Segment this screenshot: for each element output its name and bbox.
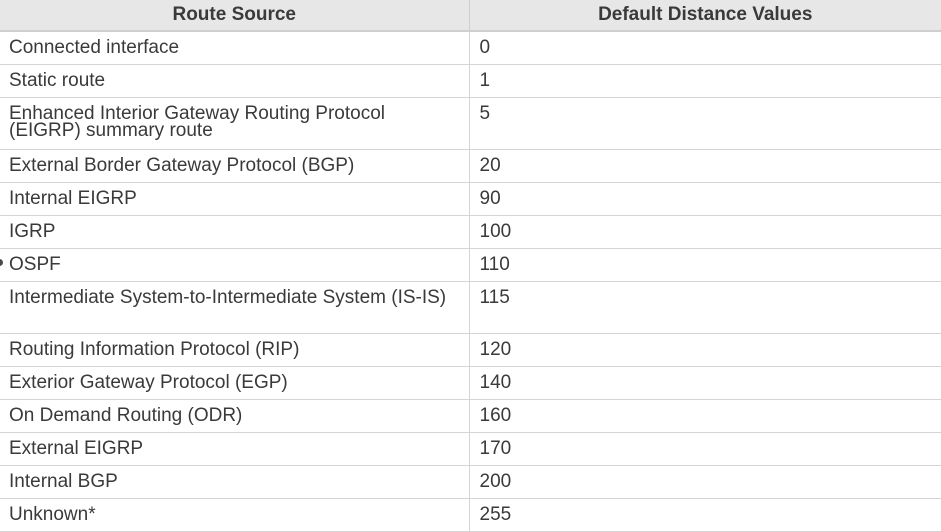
route-source-cell: Static route (0, 64, 470, 98)
route-source-cell: Unknown* (0, 498, 470, 532)
table-row: IGRP 100 (0, 215, 941, 249)
route-source-cell: External Border Gateway Protocol (BGP) (0, 149, 470, 183)
distance-value-cell: 100 (469, 215, 941, 249)
table-row: Enhanced Interior Gateway Routing Protoc… (0, 97, 941, 150)
table-row: Internal EIGRP 90 (0, 182, 941, 216)
route-source-cell: Connected interface (0, 31, 470, 65)
table-row: Static route 1 (0, 64, 941, 98)
table-row: Exterior Gateway Protocol (EGP) 140 (0, 366, 941, 400)
distance-value-cell: 170 (469, 432, 941, 466)
route-source-cell: On Demand Routing (ODR) (0, 399, 470, 433)
route-source-cell: Internal BGP (0, 465, 470, 499)
distance-value-cell: 115 (469, 281, 941, 334)
distance-value-cell: 1 (469, 64, 941, 98)
distance-value-cell: 120 (469, 333, 941, 367)
table-row: Internal BGP 200 (0, 465, 941, 499)
header-default-distance: Default Distance Values (469, 0, 941, 32)
distance-value-cell: 5 (469, 97, 941, 150)
route-source-cell: OSPF (0, 248, 470, 282)
distance-value-cell: 90 (469, 182, 941, 216)
route-source-cell: External EIGRP (0, 432, 470, 466)
distance-value-cell: 160 (469, 399, 941, 433)
distance-value-cell: 140 (469, 366, 941, 400)
admin-distance-table: Route Source Default Distance Values Con… (0, 0, 941, 532)
distance-value-cell: 20 (469, 149, 941, 183)
route-source-cell: Exterior Gateway Protocol (EGP) (0, 366, 470, 400)
table-row: Connected interface 0 (0, 31, 941, 65)
table-row: External EIGRP 170 (0, 432, 941, 466)
route-source-cell: Internal EIGRP (0, 182, 470, 216)
table-row: Unknown* 255 (0, 498, 941, 532)
header-row: Route Source Default Distance Values (0, 0, 941, 32)
route-source-cell: Routing Information Protocol (RIP) (0, 333, 470, 367)
route-source-cell: Intermediate System-to-Intermediate Syst… (0, 281, 470, 334)
distance-value-cell: 200 (469, 465, 941, 499)
table-row: Intermediate System-to-Intermediate Syst… (0, 281, 941, 334)
table-row: External Border Gateway Protocol (BGP) 2… (0, 149, 941, 183)
table-row: Routing Information Protocol (RIP) 120 (0, 333, 941, 367)
route-source-cell: IGRP (0, 215, 470, 249)
header-route-source: Route Source (0, 0, 470, 32)
distance-value-cell: 255 (469, 498, 941, 532)
table-row: OSPF 110 (0, 248, 941, 282)
route-source-cell: Enhanced Interior Gateway Routing Protoc… (0, 97, 470, 150)
distance-value-cell: 110 (469, 248, 941, 282)
distance-value-cell: 0 (469, 31, 941, 65)
table-row: On Demand Routing (ODR) 160 (0, 399, 941, 433)
